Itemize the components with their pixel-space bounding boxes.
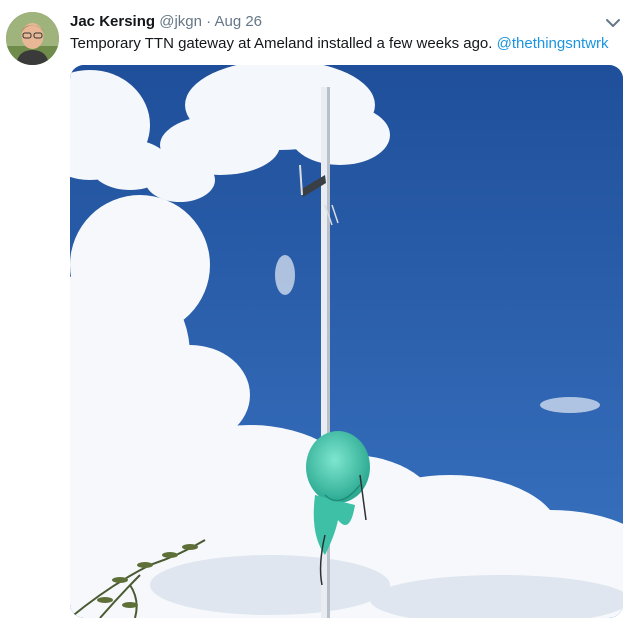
tweet-date[interactable]: Aug 26 [214,13,262,30]
author-handle[interactable]: @jkgn [159,13,202,30]
gateway-photo [70,65,623,618]
avatar-image [6,12,59,65]
tweet: Jac Kersing @jkgn · Aug 26 Temporary TTN… [0,0,630,626]
tweet-body: Temporary TTN gateway at Ameland install… [70,35,497,52]
tweet-photo[interactable] [70,65,623,618]
separator: · [206,13,212,30]
author-name[interactable]: Jac Kersing [70,13,155,30]
tweet-text: Temporary TTN gateway at Ameland install… [70,34,609,54]
tweet-header: Jac Kersing @jkgn · Aug 26 [70,12,262,31]
chevron-down-icon[interactable] [604,14,622,32]
mention-link[interactable]: @thethingsntwrk [497,35,609,52]
avatar[interactable] [6,12,59,65]
